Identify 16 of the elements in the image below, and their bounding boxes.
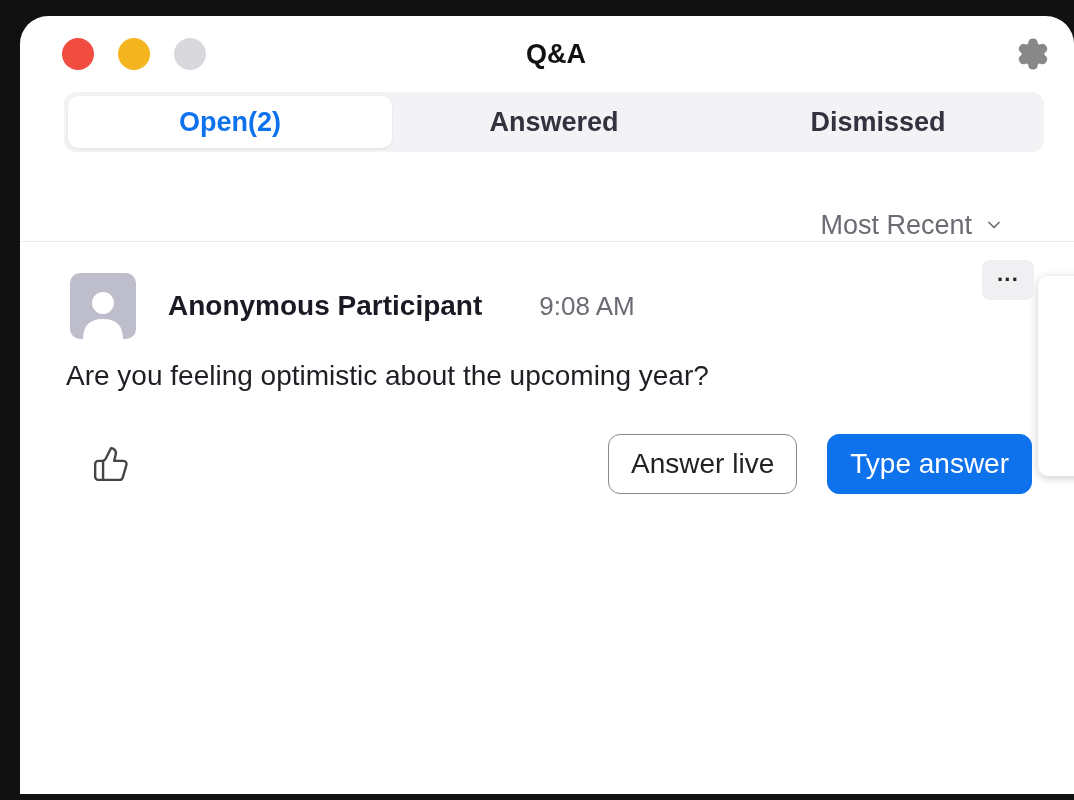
more-button[interactable]: ··· — [982, 260, 1034, 300]
thumbs-up-icon[interactable] — [92, 445, 130, 483]
tab[interactable]: Open(2) — [68, 96, 392, 148]
author-name: Anonymous Participant — [168, 290, 483, 322]
question-time: 9:08 AM — [539, 290, 635, 322]
minimize-icon[interactable] — [118, 38, 150, 70]
type-answer-button[interactable]: Type answer — [827, 434, 1032, 494]
question-text: Are you feeling optimistic about the upcoming year? — [66, 360, 710, 392]
tab[interactable]: Answered — [392, 96, 716, 148]
close-icon[interactable] — [62, 38, 94, 70]
avatar-icon — [70, 273, 136, 339]
tab[interactable]: Dismissed — [716, 96, 1040, 148]
answer-live-button[interactable]: Answer live — [608, 434, 798, 494]
window-title: Q&A — [525, 38, 587, 70]
settings-icon[interactable] — [1016, 37, 1050, 71]
sort-dropdown[interactable]: Most Recent — [820, 208, 1004, 242]
